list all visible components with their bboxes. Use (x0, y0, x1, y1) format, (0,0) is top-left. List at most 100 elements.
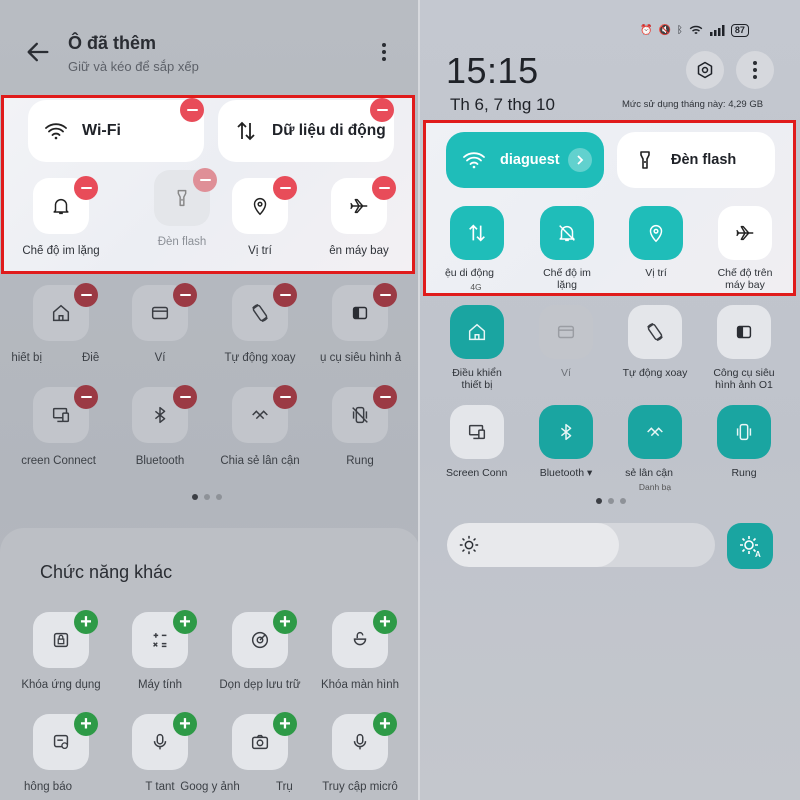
remove-badge[interactable] (273, 283, 297, 307)
tile-label: Chế độ trên (717, 267, 773, 279)
remove-badge[interactable] (273, 385, 297, 409)
wifi-tile[interactable]: Wi-Fi (28, 100, 204, 162)
mobile-data-tile[interactable] (450, 206, 504, 260)
remove-badge[interactable] (193, 168, 217, 192)
auto-brightness-button[interactable]: A (727, 523, 773, 569)
highlight-box-quick-settings: diaguest Đèn flash ệu di động 4G Chế độ … (423, 120, 796, 296)
flashlight-icon (177, 189, 187, 207)
add-badge[interactable]: + (173, 712, 197, 736)
auto-rotate-tile[interactable] (628, 305, 682, 359)
camera-icon (251, 734, 269, 750)
signal-icon (709, 25, 725, 36)
tile-label: Rung (346, 455, 374, 467)
remove-badge[interactable] (273, 176, 297, 200)
location-icon (253, 198, 267, 216)
remove-badge[interactable] (74, 385, 98, 409)
flashlight-icon (640, 151, 650, 169)
tile-label: hông báo (24, 781, 72, 793)
tile-label: Tự động xoay (224, 352, 296, 364)
tile-label: Tự động xoay (622, 367, 688, 379)
remove-badge[interactable] (370, 98, 394, 122)
add-badge[interactable]: + (173, 610, 197, 634)
wifi-icon (689, 25, 703, 35)
wallet-tile[interactable] (539, 305, 593, 359)
tile-label: Điều khiển (452, 367, 502, 379)
tile-label: máy bay (725, 279, 765, 291)
bluetooth-icon (154, 406, 166, 424)
wifi-tile-active[interactable]: diaguest (446, 132, 604, 188)
brightness-slider[interactable] (447, 523, 715, 567)
mobile-data-icon (237, 121, 255, 141)
remove-badge[interactable] (180, 98, 204, 122)
split-screen-tile[interactable] (717, 305, 771, 359)
remove-badge[interactable] (373, 385, 397, 409)
tile-label: Máy tính (137, 679, 183, 691)
bell-off-icon (559, 225, 575, 242)
add-badge[interactable]: + (74, 610, 98, 634)
microphone-icon (153, 733, 167, 750)
airplane-mode-tile[interactable] (718, 206, 772, 260)
notification-icon (53, 734, 69, 750)
tile-label: Khóa màn hình (320, 679, 399, 691)
more-options-button[interactable] (736, 51, 774, 89)
page-subtitle: Giữ và kéo để sắp xếp (68, 59, 199, 74)
back-arrow-icon[interactable] (24, 38, 52, 66)
tile-label: Wi-Fi (82, 122, 121, 139)
remove-badge[interactable] (173, 283, 197, 307)
screen-lock-icon (353, 632, 367, 646)
settings-icon (697, 61, 713, 79)
add-badge[interactable]: + (373, 712, 397, 736)
bluetooth-icon (560, 423, 572, 441)
screen-connect-tile[interactable] (450, 405, 504, 459)
bluetooth-icon: ᛒ (676, 25, 683, 36)
brightness-icon (459, 535, 479, 555)
svg-text:A: A (755, 550, 761, 558)
wallet-icon (151, 306, 169, 320)
tile-label: Trụ (276, 781, 293, 793)
auto-brightness-icon: A (740, 536, 761, 558)
tile-label: ụ cụ siêu hình ả (320, 352, 402, 364)
date: Th 6, 7 thg 10 (450, 95, 555, 114)
settings-button[interactable] (686, 51, 724, 89)
calculator-icon (153, 633, 167, 648)
add-badge[interactable]: + (273, 610, 297, 634)
tile-label: creen Connect (21, 455, 96, 467)
tile-sublabel: Danh bạ (638, 482, 672, 492)
vibrate-tile[interactable] (717, 405, 771, 459)
tile-label: Vị trí (248, 245, 272, 257)
storage-cleanup-icon (251, 631, 269, 649)
add-badge[interactable]: + (273, 712, 297, 736)
location-icon (649, 225, 663, 243)
status-bar: ⏰ 🔇 ᛒ 87 (640, 24, 749, 37)
tile-label: Ví (154, 352, 166, 364)
tile-label: lặng (557, 279, 577, 291)
device-control-tile[interactable] (450, 305, 504, 359)
remove-badge[interactable] (173, 385, 197, 409)
remove-badge[interactable] (74, 283, 98, 307)
data-usage: Mức sử dụng tháng này: 4,29 GB (622, 99, 764, 110)
home-icon (52, 304, 70, 322)
clock: 15:15 (446, 50, 539, 91)
silent-mode-tile[interactable] (540, 206, 594, 260)
wifi-icon (463, 152, 485, 169)
more-options-icon[interactable] (374, 40, 394, 66)
add-badge[interactable]: + (373, 610, 397, 634)
remove-badge[interactable] (372, 176, 396, 200)
chevron-right-icon[interactable] (567, 148, 592, 172)
tile-label: Ví (561, 367, 571, 379)
remove-badge[interactable] (74, 176, 98, 200)
tile-label: Khóa ứng dụng (21, 679, 101, 691)
auto-rotate-icon (647, 323, 663, 341)
add-badge[interactable]: + (74, 712, 98, 736)
nearby-share-icon (252, 410, 268, 420)
nearby-share-tile[interactable] (628, 405, 682, 459)
flashlight-tile[interactable]: Đèn flash (617, 132, 775, 188)
tile-label[interactable]: Bluetooth ▾ (521, 467, 611, 479)
location-tile[interactable] (629, 206, 683, 260)
bluetooth-tile[interactable] (539, 405, 593, 459)
remove-badge[interactable] (373, 283, 397, 307)
mobile-data-tile[interactable]: Dữ liệu di động (218, 100, 394, 162)
page-indicator (192, 494, 222, 500)
tile-label: ệu di động (444, 267, 494, 279)
screen-connect-icon (52, 407, 70, 423)
